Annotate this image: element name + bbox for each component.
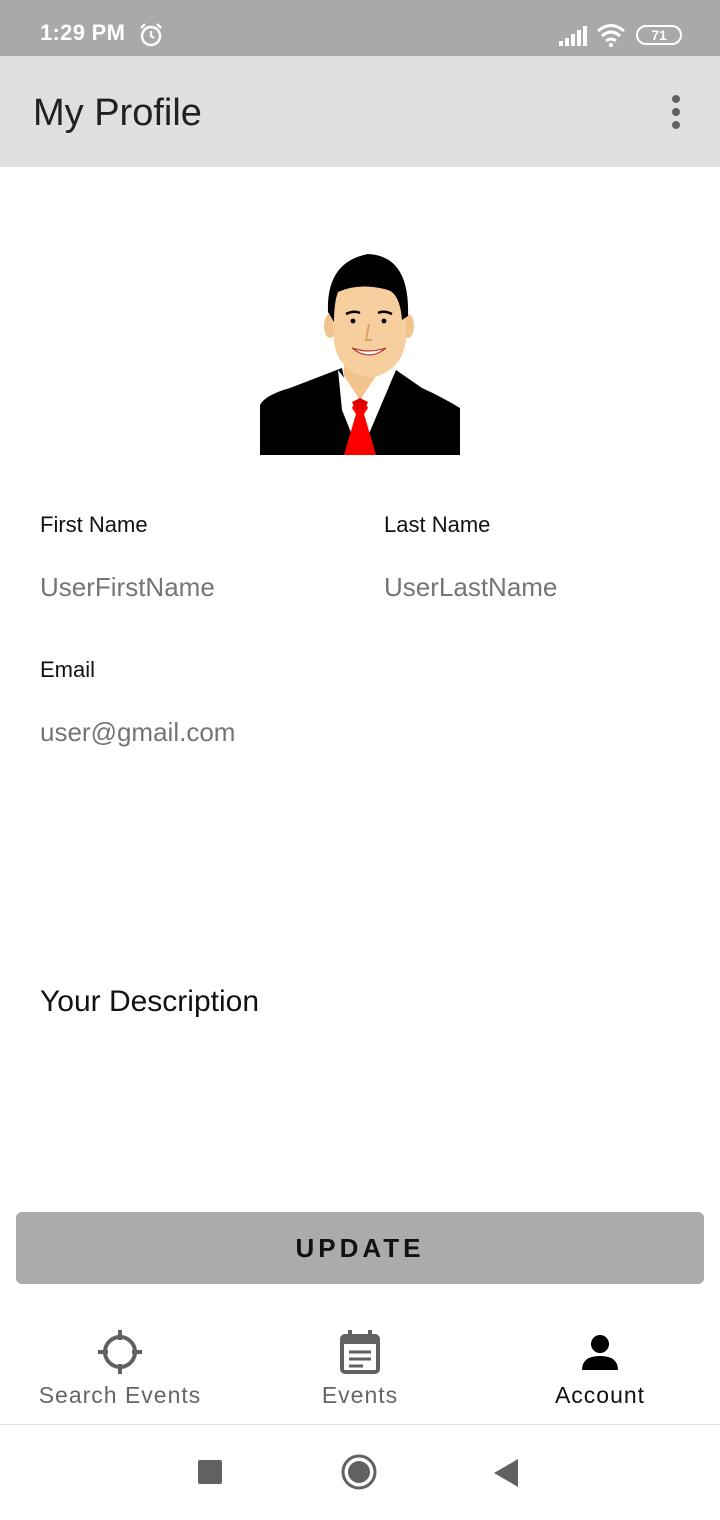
- last-name-field[interactable]: [384, 572, 684, 603]
- status-bar: 1:29 PM 71: [0, 0, 720, 56]
- person-icon: [582, 1335, 618, 1370]
- last-name-label: Last Name: [384, 512, 491, 537]
- nav-item-account[interactable]: Account: [480, 1316, 720, 1424]
- update-button[interactable]: UPDATE: [16, 1212, 704, 1284]
- first-name-field[interactable]: [40, 572, 340, 603]
- more-vertical-icon[interactable]: [660, 91, 692, 131]
- signal-icon: [559, 26, 587, 46]
- nav-label-account: Account: [554, 1382, 646, 1408]
- crosshair-icon: [98, 1330, 142, 1374]
- alarm-icon: [140, 23, 162, 47]
- home-circle-icon[interactable]: [340, 1453, 378, 1491]
- email-label: Email: [40, 657, 96, 682]
- page-title: My Profile: [33, 92, 202, 134]
- first-name-label: First Name: [40, 512, 148, 537]
- wifi-icon: [597, 24, 625, 47]
- bottom-nav: Search Events Events Account: [0, 1316, 720, 1425]
- calendar-icon: [340, 1330, 380, 1374]
- status-time: 1:29 PM: [40, 20, 126, 45]
- description-title: Your Description: [40, 985, 260, 1018]
- app-bar: My Profile: [0, 56, 720, 167]
- back-triangle-icon[interactable]: [494, 1459, 518, 1487]
- nav-label-search-events: Search Events: [38, 1382, 202, 1408]
- email-field[interactable]: [40, 717, 440, 748]
- battery-icon: 71: [636, 25, 682, 45]
- system-nav-bar: [0, 1425, 720, 1520]
- nav-item-events[interactable]: Events: [240, 1316, 480, 1424]
- recents-square-icon[interactable]: [198, 1460, 222, 1484]
- nav-item-search-events[interactable]: Search Events: [0, 1316, 240, 1424]
- profile-avatar-illustration: [260, 254, 460, 455]
- nav-label-events: Events: [321, 1382, 399, 1408]
